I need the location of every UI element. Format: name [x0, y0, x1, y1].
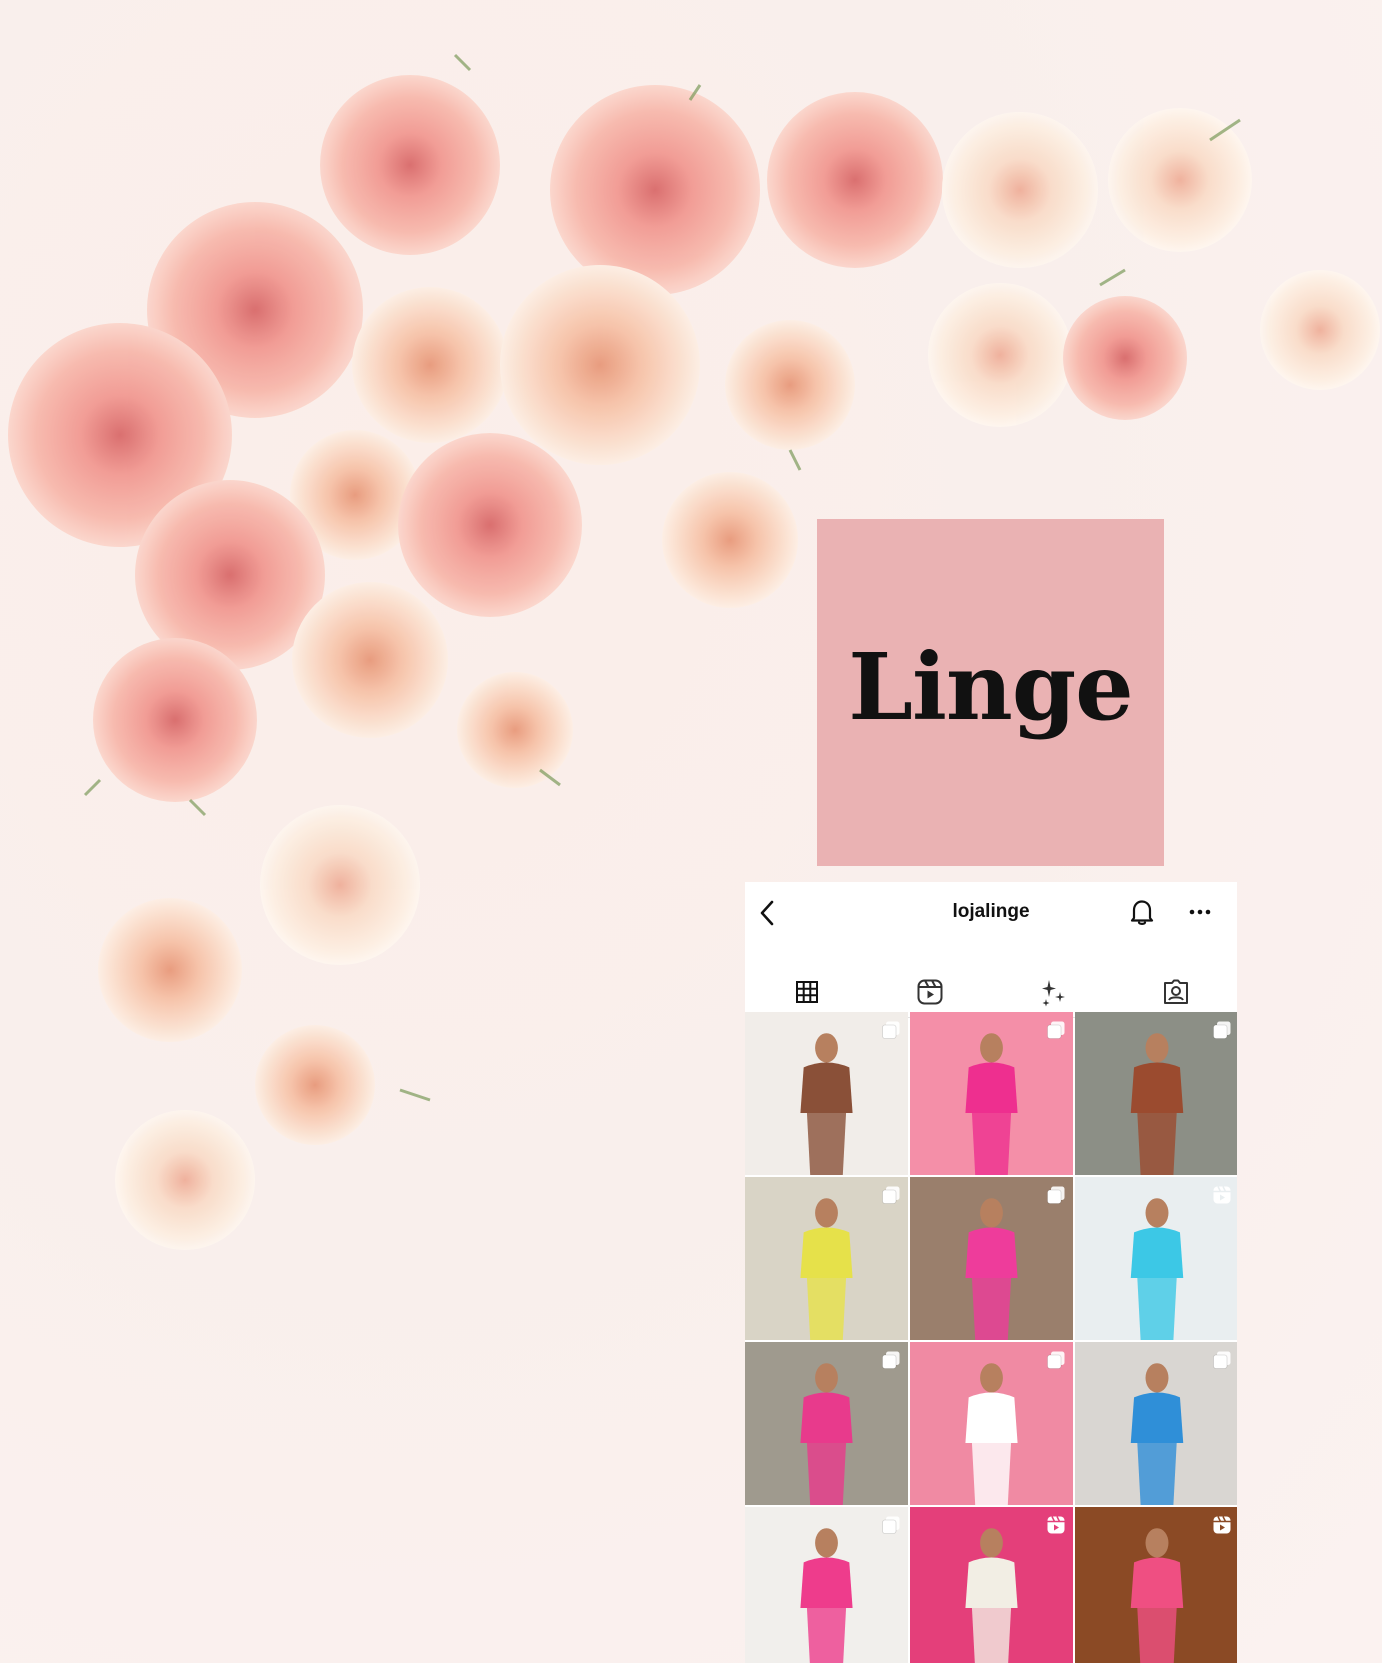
- grid-icon: [795, 981, 818, 1003]
- carousel-icon: [1212, 1020, 1232, 1045]
- notifications-button[interactable]: [1127, 896, 1157, 928]
- brand-logo-text: Linge: [848, 632, 1133, 741]
- post-thumbnail[interactable]: [910, 1507, 1073, 1663]
- post-thumbnail[interactable]: [745, 1507, 908, 1663]
- post-thumbnail[interactable]: [1075, 1012, 1237, 1175]
- profile-top-bar: lojalinge: [745, 882, 1237, 944]
- post-thumbnail[interactable]: [745, 1177, 908, 1340]
- instagram-profile-screenshot: lojalinge: [745, 882, 1237, 1663]
- reel-icon: [1046, 1515, 1066, 1540]
- carousel-icon: [1046, 1185, 1066, 1210]
- post-thumbnail[interactable]: [910, 1177, 1073, 1340]
- post-thumbnail[interactable]: [745, 1012, 908, 1175]
- post-thumbnail[interactable]: [745, 1342, 908, 1505]
- post-thumbnail[interactable]: [1075, 1177, 1237, 1340]
- tab-effects[interactable]: [991, 967, 1114, 1017]
- profile-tabs: [745, 967, 1237, 1019]
- more-horizontal-icon: [1189, 909, 1211, 915]
- post-thumbnail[interactable]: [910, 1342, 1073, 1505]
- carousel-icon: [1046, 1350, 1066, 1375]
- more-options-button[interactable]: [1185, 900, 1215, 924]
- sparkles-icon: [1041, 980, 1065, 1007]
- bell-icon: [1130, 900, 1154, 925]
- reel-icon: [1212, 1515, 1232, 1540]
- carousel-icon: [1046, 1020, 1066, 1045]
- tagged-person-icon: [1163, 979, 1188, 1004]
- tab-tagged[interactable]: [1114, 967, 1237, 1017]
- brand-logo: Linge: [817, 519, 1164, 866]
- carousel-icon: [1212, 1350, 1232, 1375]
- tab-posts[interactable]: [745, 967, 868, 1019]
- posts-grid: [745, 1012, 1237, 1663]
- post-thumbnail[interactable]: [1075, 1342, 1237, 1505]
- post-thumbnail[interactable]: [910, 1012, 1073, 1175]
- carousel-icon: [881, 1185, 901, 1210]
- carousel-icon: [881, 1350, 901, 1375]
- post-thumbnail[interactable]: [1075, 1507, 1237, 1663]
- reel-icon: [1212, 1185, 1232, 1210]
- tab-reels[interactable]: [868, 967, 991, 1017]
- profile-username: lojalinge: [952, 901, 1030, 922]
- carousel-icon: [881, 1515, 901, 1540]
- reels-icon: [917, 979, 942, 1005]
- carousel-icon: [881, 1020, 901, 1045]
